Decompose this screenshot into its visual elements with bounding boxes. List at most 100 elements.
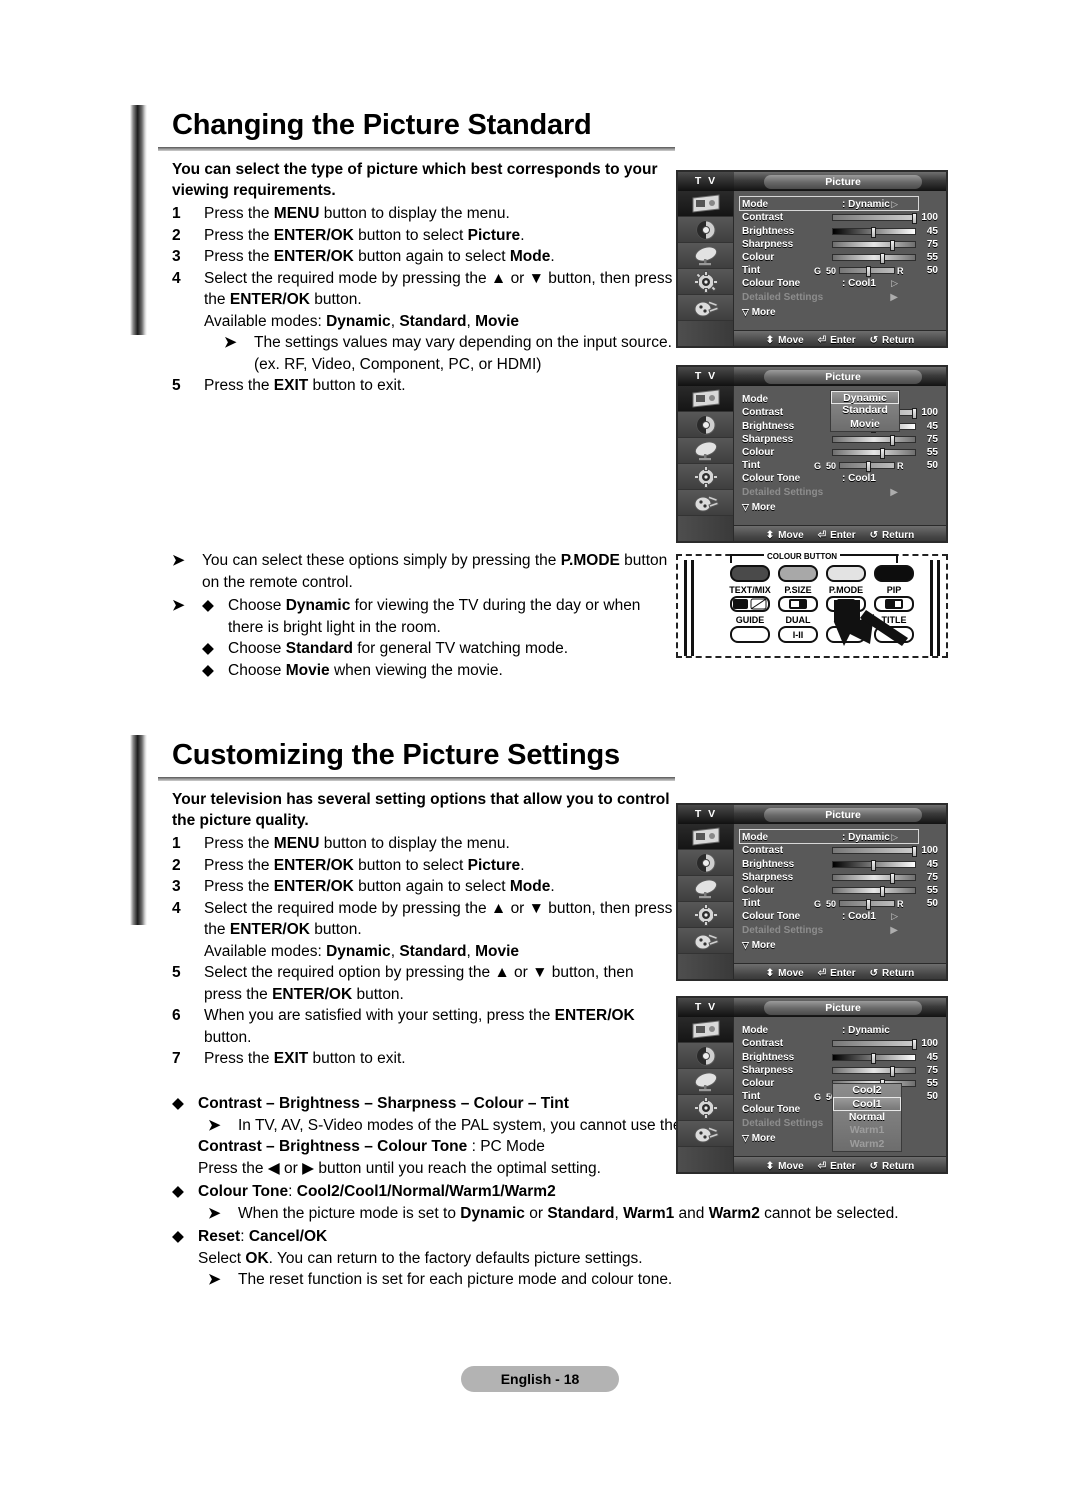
tint-slider[interactable] bbox=[839, 266, 896, 278]
brightness-slider[interactable] bbox=[832, 226, 916, 238]
remote-key-dual[interactable]: I-II bbox=[778, 626, 818, 643]
osd-row-colour[interactable]: Colour 55 bbox=[742, 251, 940, 264]
sidebar-item-channel[interactable] bbox=[678, 438, 733, 464]
step-number: 6 bbox=[172, 1007, 181, 1024]
osd-action-return[interactable]: ↺ Return bbox=[870, 968, 915, 979]
osd-row-sharpness[interactable]: Sharpness 75 bbox=[742, 871, 940, 884]
sharpness-slider[interactable] bbox=[832, 872, 916, 884]
contrast-slider[interactable] bbox=[832, 1039, 917, 1051]
return-arrow-icon: ↺ bbox=[869, 335, 879, 346]
osd-row-detailed-settings[interactable]: Detailed Settings ▶ bbox=[742, 924, 940, 937]
step-text: Press the ENTER/OK button again to selec… bbox=[204, 248, 555, 265]
sidebar-item-channel[interactable] bbox=[678, 876, 733, 902]
sidebar-item-channel[interactable] bbox=[678, 243, 733, 269]
sidebar-item-picture[interactable] bbox=[678, 191, 733, 217]
osd-row-brightness[interactable]: Brightness 45 bbox=[742, 1051, 940, 1064]
tint-slider[interactable] bbox=[839, 899, 896, 911]
osd-action-enter[interactable]: ⏎ Enter bbox=[818, 530, 856, 541]
colour-slider[interactable] bbox=[832, 885, 916, 897]
remote-key-guide[interactable] bbox=[730, 626, 770, 643]
sidebar-item-sound[interactable] bbox=[678, 1043, 733, 1069]
sidebar-item-input[interactable] bbox=[678, 295, 733, 321]
sidebar-item-input[interactable] bbox=[678, 1121, 733, 1147]
osd-value-colour: 55 bbox=[926, 251, 938, 263]
osd-row-brightness[interactable]: Brightness 45 bbox=[742, 225, 940, 238]
osd-row-colour[interactable]: Colour 55 bbox=[742, 446, 940, 459]
sidebar-item-setup[interactable] bbox=[678, 902, 733, 928]
osd-panel-picture-3[interactable]: T V Picture Mode: Dynamic ▷ Contrast 10… bbox=[676, 803, 948, 981]
sidebar-item-input[interactable] bbox=[678, 928, 733, 954]
osd-panel-picture-1[interactable]: T V Picture Mode: Dynamic ▷ Contrast 10… bbox=[676, 170, 948, 348]
sidebar-item-channel[interactable] bbox=[678, 1069, 733, 1095]
remote-key-text-mix[interactable] bbox=[730, 596, 770, 612]
osd-action-move[interactable]: ⬍ Move bbox=[766, 335, 804, 346]
osd-row-tint[interactable]: Tint G 50 R 50 bbox=[742, 264, 940, 278]
osd-row-detailed-settings[interactable]: Detailed Settings ▶ bbox=[742, 291, 940, 304]
sidebar-item-input[interactable] bbox=[678, 490, 733, 516]
osd-row-colour-tone[interactable]: Colour Tone : Cool1 ▷ bbox=[742, 278, 940, 291]
osd-action-return[interactable]: ↺ Return bbox=[870, 1161, 915, 1172]
brightness-slider[interactable] bbox=[832, 859, 916, 871]
sidebar-item-setup[interactable] bbox=[678, 1095, 733, 1121]
osd-action-move[interactable]: ⬍ Move bbox=[766, 968, 804, 979]
sidebar-item-picture[interactable] bbox=[678, 1017, 733, 1043]
remote-key-p-size[interactable] bbox=[778, 596, 818, 612]
osd-row-tint[interactable]: Tint G 50 R 50 bbox=[742, 459, 940, 473]
sharpness-slider[interactable] bbox=[832, 1065, 916, 1077]
osd-value-colour-tone: : Cool1 bbox=[842, 278, 876, 290]
tone-option-cool2[interactable]: Cool2 bbox=[833, 1084, 901, 1097]
sidebar-item-setup[interactable] bbox=[678, 464, 733, 490]
osd-row-colour-tone[interactable]: Colour Tone : Cool1 ▷ bbox=[742, 911, 940, 924]
osd-row-colour[interactable]: Colour 55 bbox=[742, 884, 940, 897]
sidebar-item-setup[interactable] bbox=[678, 269, 733, 295]
osd-row-contrast[interactable]: Contrast 100 bbox=[742, 1038, 940, 1051]
tint-slider[interactable] bbox=[839, 461, 896, 473]
colour-slider[interactable] bbox=[832, 252, 916, 264]
tone-option-normal[interactable]: Normal bbox=[833, 1111, 901, 1124]
colour-slider[interactable] bbox=[832, 447, 916, 459]
sidebar-item-picture[interactable] bbox=[678, 824, 733, 850]
sharpness-slider[interactable] bbox=[832, 434, 916, 446]
sidebar-item-sound[interactable] bbox=[678, 850, 733, 876]
osd-more-indicator: ▽ More bbox=[742, 1133, 776, 1144]
osd-row-tint[interactable]: Tint G 50 R 50 bbox=[742, 897, 940, 911]
osd-panel-picture-2-mode-open[interactable]: T V Picture Mode Contrast 100 Brightness… bbox=[676, 365, 948, 543]
osd-action-enter[interactable]: ⏎ Enter bbox=[818, 335, 856, 346]
osd-row-sharpness[interactable]: Sharpness 75 bbox=[742, 1064, 940, 1077]
sidebar-item-sound[interactable] bbox=[678, 217, 733, 243]
enter-key-icon: ⏎ bbox=[817, 968, 827, 979]
sharpness-slider[interactable] bbox=[832, 239, 916, 251]
section1-heading-rule bbox=[158, 147, 675, 151]
tone-option-cool1[interactable]: Cool1 bbox=[833, 1097, 901, 1111]
contrast-slider[interactable] bbox=[832, 846, 917, 858]
remote-key-colour-red[interactable] bbox=[730, 565, 770, 582]
osd-row-sharpness[interactable]: Sharpness 75 bbox=[742, 433, 940, 446]
mode-option-dynamic[interactable]: Dynamic bbox=[831, 391, 899, 405]
remote-key-colour-green[interactable] bbox=[778, 565, 818, 582]
colour-tone-dropdown[interactable]: Cool2 Cool1 Normal Warm1 Warm2 bbox=[832, 1083, 902, 1152]
contrast-slider[interactable] bbox=[832, 213, 917, 225]
mode-option-movie[interactable]: Movie bbox=[831, 418, 899, 431]
osd-action-enter[interactable]: ⏎ Enter bbox=[818, 1161, 856, 1172]
mode-dropdown[interactable]: Dynamic Standard Movie bbox=[830, 390, 900, 433]
osd-row-contrast[interactable]: Contrast 100 bbox=[742, 212, 940, 225]
osd-panel-picture-4-colour-tone-open[interactable]: T V Picture Mode: Dynamic Contrast 100 … bbox=[676, 996, 948, 1174]
osd-action-return[interactable]: ↺ Return bbox=[870, 530, 915, 541]
bullet-text: Choose Standard for general TV watching … bbox=[228, 640, 569, 657]
osd-row-mode[interactable]: Mode : Dynamic bbox=[742, 1023, 940, 1037]
sidebar-item-picture[interactable] bbox=[678, 386, 733, 412]
remote-key-colour-yellow[interactable] bbox=[826, 565, 866, 582]
osd-action-enter[interactable]: ⏎ Enter bbox=[818, 968, 856, 979]
osd-row-sharpness[interactable]: Sharpness 75 bbox=[742, 238, 940, 251]
sidebar-item-sound[interactable] bbox=[678, 412, 733, 438]
osd-action-move[interactable]: ⬍ Move bbox=[766, 530, 804, 541]
osd-row-detailed-settings[interactable]: Detailed Settings ▶ bbox=[742, 486, 940, 499]
osd-row-contrast[interactable]: Contrast 100 bbox=[742, 845, 940, 858]
brightness-slider[interactable] bbox=[832, 1052, 916, 1064]
osd-row-colour-tone[interactable]: Colour Tone : Cool1 bbox=[742, 473, 940, 486]
osd-row-brightness[interactable]: Brightness 45 bbox=[742, 858, 940, 871]
remote-key-colour-blue[interactable] bbox=[874, 565, 914, 582]
osd-action-move[interactable]: ⬍ Move bbox=[766, 1161, 804, 1172]
osd-action-return[interactable]: ↺ Return bbox=[870, 335, 915, 346]
mode-option-standard[interactable]: Standard bbox=[831, 404, 899, 417]
